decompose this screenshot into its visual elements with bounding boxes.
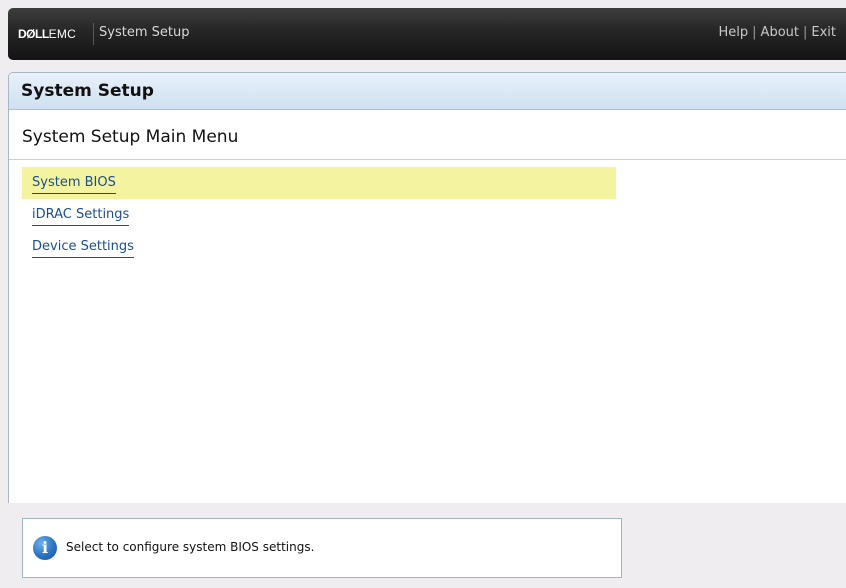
menu-item-device-settings[interactable]: Device Settings: [22, 231, 616, 263]
main-panel: System Setup System Setup Main Menu Syst…: [8, 72, 846, 503]
link-separator: |: [752, 25, 757, 40]
divider: [9, 159, 846, 160]
menu-item-idrac-settings[interactable]: iDRAC Settings: [22, 199, 616, 231]
page-title: System Setup: [9, 73, 846, 110]
brand-main: DØLL: [18, 27, 49, 41]
divider: [93, 23, 94, 45]
help-text: Select to configure system BIOS settings…: [66, 540, 315, 554]
menu-title: System Setup Main Menu: [22, 127, 239, 147]
app-title: System Setup: [99, 25, 190, 40]
main-menu: System BIOS iDRAC Settings Device Settin…: [9, 167, 846, 263]
brand-sub: EMC: [48, 27, 76, 41]
help-link[interactable]: Help: [719, 25, 749, 40]
menu-item-label: Device Settings: [32, 239, 134, 258]
menu-item-label: iDRAC Settings: [32, 207, 130, 226]
top-links: Help | About | Exit: [719, 25, 836, 40]
menu-item-label: System BIOS: [32, 175, 116, 194]
link-separator: |: [802, 25, 808, 40]
dell-emc-logo: DØLLEMC: [18, 27, 76, 41]
about-link[interactable]: About: [761, 25, 799, 40]
info-icon: i: [33, 536, 57, 560]
top-bar: DØLLEMC System Setup Help | About | Exit: [8, 8, 846, 60]
menu-item-system-bios[interactable]: System BIOS: [22, 167, 616, 199]
help-box: i Select to configure system BIOS settin…: [22, 518, 622, 578]
exit-link[interactable]: Exit: [811, 25, 836, 40]
